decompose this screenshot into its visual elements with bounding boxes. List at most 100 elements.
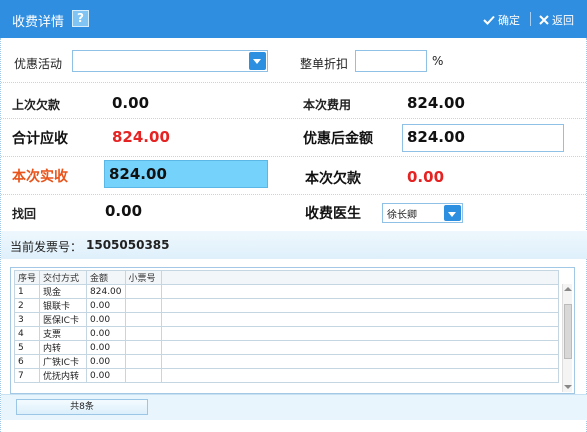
table-footer: 共8条 <box>1 394 587 420</box>
table-row[interactable]: 5 内转 0.00 <box>13 340 559 355</box>
amount-cell[interactable]: 0.00 <box>86 298 126 313</box>
row-filler-cell <box>160 354 559 369</box>
row-filler-cell <box>160 340 559 355</box>
doctor-value: 徐长卿 <box>387 210 417 221</box>
table-row[interactable]: 1 现金 824.00 <box>13 284 559 299</box>
row-number-cell[interactable]: 3 <box>13 312 41 327</box>
current-arrears-label: 本次欠款 <box>305 171 361 187</box>
payment-table: 序号 交付方式 金额 小票号 1 现金 824.00 2 银联卡 0.00 3 医保IC卡 0.… <box>10 267 575 394</box>
column-header[interactable]: 金额 <box>86 270 126 285</box>
scroll-up-icon[interactable] <box>564 287 572 291</box>
invoice-number: 1505050385 <box>86 238 170 252</box>
row-filler-cell <box>160 312 559 327</box>
change-label: 找回 <box>12 207 37 221</box>
amount-cell[interactable]: 0.00 <box>86 354 126 369</box>
chevron-down-icon[interactable] <box>249 52 266 70</box>
scroll-down-icon[interactable] <box>564 385 572 389</box>
invoice-label: 当前发票号： <box>10 240 83 254</box>
discount-activity-select[interactable] <box>72 50 268 72</box>
scroll-thumb[interactable] <box>564 304 572 359</box>
total-receivable-label: 合计应收 <box>12 131 68 147</box>
back-button[interactable]: 返回 <box>539 12 574 28</box>
invoice-bar: 当前发票号： 1505050385 <box>1 231 587 259</box>
payment-method-cell[interactable]: 优抚内转 <box>39 368 88 383</box>
after-discount-input[interactable]: 824.00 <box>402 124 564 152</box>
row-number-cell[interactable]: 1 <box>13 284 41 299</box>
receipt-number-cell[interactable] <box>124 298 162 313</box>
table-header-row: 序号 交付方式 金额 小票号 <box>13 270 559 285</box>
vertical-scrollbar[interactable] <box>562 284 572 392</box>
check-icon <box>483 15 495 25</box>
row-number-cell[interactable]: 5 <box>13 340 41 355</box>
chevron-down-icon[interactable] <box>444 205 461 221</box>
payment-method-cell[interactable]: 内转 <box>39 340 88 355</box>
current-fee-value: 824.00 <box>407 94 465 112</box>
toolbar-divider <box>530 12 531 26</box>
amount-cell[interactable]: 0.00 <box>86 326 126 341</box>
receipt-number-cell[interactable] <box>124 312 162 327</box>
confirm-label: 确定 <box>498 14 520 27</box>
divider <box>1 82 587 83</box>
change-value: 0.00 <box>105 202 143 220</box>
current-arrears-value: 0.00 <box>407 168 445 186</box>
receipt-number-cell[interactable] <box>124 326 162 341</box>
payment-grid: 序号 交付方式 金额 小票号 1 现金 824.00 2 银联卡 0.00 3 医保IC卡 0.… <box>13 270 559 383</box>
column-header[interactable]: 小票号 <box>124 270 162 285</box>
row-number-cell[interactable]: 2 <box>13 298 41 313</box>
column-header[interactable]: 交付方式 <box>39 270 88 285</box>
help-icon[interactable]: ? <box>72 10 89 27</box>
discount-activity-label: 优惠活动 <box>14 57 63 71</box>
payment-method-cell[interactable]: 银联卡 <box>39 298 88 313</box>
window-title: 收费详情 <box>12 15 65 30</box>
back-label: 返回 <box>552 14 574 27</box>
amount-cell[interactable]: 0.00 <box>86 312 126 327</box>
column-header[interactable]: 序号 <box>13 270 41 285</box>
divider <box>1 118 587 119</box>
title-bar: 收费详情 ? 确定 返回 <box>0 0 587 38</box>
table-row[interactable]: 3 医保IC卡 0.00 <box>13 312 559 327</box>
doctor-select[interactable]: 徐长卿 <box>382 203 463 223</box>
last-arrears-value: 0.00 <box>112 94 150 112</box>
receipt-number-cell[interactable] <box>124 340 162 355</box>
row-filler-cell <box>160 298 559 313</box>
receipt-number-cell[interactable] <box>124 284 162 299</box>
actual-received-value: 824.00 <box>109 165 167 183</box>
order-discount-label: 整单折扣 <box>300 57 349 71</box>
table-row[interactable]: 4 支票 0.00 <box>13 326 559 341</box>
row-filler-cell <box>160 284 559 299</box>
amount-cell[interactable]: 824.00 <box>86 284 126 299</box>
receipt-number-cell[interactable] <box>124 354 162 369</box>
row-number-cell[interactable]: 7 <box>13 368 41 383</box>
receipt-number-cell[interactable] <box>124 368 162 383</box>
charge-detail-panel: 优惠活动 整单折扣 % 上次欠款 0.00 本次费用 824.00 合计应收 8… <box>0 38 587 432</box>
after-discount-label: 优惠后金额 <box>303 131 373 147</box>
last-arrears-label: 上次欠款 <box>12 98 61 112</box>
payment-method-cell[interactable]: 医保IC卡 <box>39 312 88 327</box>
column-header-filler <box>160 270 559 285</box>
payment-method-cell[interactable]: 广铁IC卡 <box>39 354 88 369</box>
actual-received-input[interactable]: 824.00 <box>104 160 268 188</box>
order-discount-input[interactable] <box>355 50 427 72</box>
payment-method-cell[interactable]: 支票 <box>39 326 88 341</box>
confirm-button[interactable]: 确定 <box>483 12 520 28</box>
actual-received-label: 本次实收 <box>12 169 68 185</box>
amount-cell[interactable]: 0.00 <box>86 340 126 355</box>
record-count: 共8条 <box>16 399 148 415</box>
amount-cell[interactable]: 0.00 <box>86 368 126 383</box>
close-icon <box>539 15 549 25</box>
table-row[interactable]: 2 银联卡 0.00 <box>13 298 559 313</box>
total-receivable-value: 824.00 <box>112 128 170 146</box>
row-number-cell[interactable]: 6 <box>13 354 41 369</box>
payment-method-cell[interactable]: 现金 <box>39 284 88 299</box>
row-filler-cell <box>160 368 559 383</box>
divider <box>1 156 587 157</box>
row-number-cell[interactable]: 4 <box>13 326 41 341</box>
doctor-label: 收费医生 <box>305 206 361 222</box>
after-discount-value: 824.00 <box>407 128 465 146</box>
divider <box>1 194 587 195</box>
table-row[interactable]: 6 广铁IC卡 0.00 <box>13 354 559 369</box>
row-filler-cell <box>160 326 559 341</box>
table-row[interactable]: 7 优抚内转 0.00 <box>13 368 559 383</box>
current-fee-label: 本次费用 <box>303 98 352 112</box>
percent-sign: % <box>432 54 444 68</box>
